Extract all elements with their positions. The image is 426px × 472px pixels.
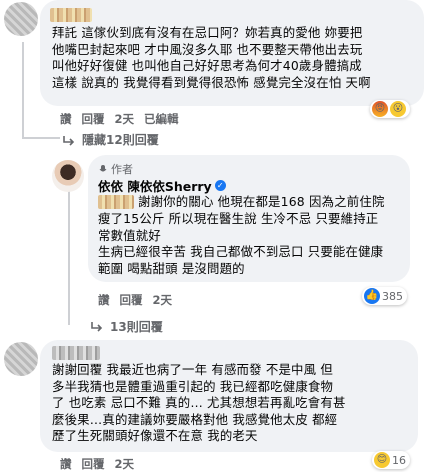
reaction-summary[interactable]: 👍 385	[362, 287, 407, 305]
reply-button[interactable]: 回覆	[82, 111, 105, 127]
reaction-summary[interactable]: 😡 😮	[370, 100, 410, 118]
timestamp[interactable]: 2天	[115, 111, 135, 127]
reply-actions: 讚 回覆 2天	[98, 292, 172, 308]
avatar[interactable]	[4, 342, 38, 376]
hide-replies-link[interactable]: 隱藏12則回覆	[62, 131, 159, 148]
author-name[interactable]: 依依 陳依依Sherry ✓	[98, 176, 226, 195]
angry-emoji-icon: 😡	[372, 101, 388, 117]
comment-actions: 讚 回覆 2天	[60, 456, 134, 472]
wow-emoji-icon: 😮	[390, 101, 406, 117]
comment-text: 拜託 這傢伙到底有沒有在忌口阿？妳若真的愛他 妳要把 他嘴巴封起來吧 才中風沒多…	[52, 25, 371, 90]
avatar[interactable]	[4, 2, 38, 36]
author-avatar[interactable]	[52, 160, 84, 192]
reply-text: 瘦了15公斤 所以現在醫生說 生冷不忌 只要維持正 常數值就好 生病已經很辛苦 …	[98, 211, 384, 276]
hide-replies-label: 隱藏12則回覆	[82, 133, 159, 147]
view-replies-link[interactable]: 13則回覆	[90, 318, 163, 335]
reply-button[interactable]: 回覆	[120, 292, 143, 308]
author-badge: 作者	[98, 161, 133, 177]
verified-icon: ✓	[214, 180, 226, 191]
thread-line	[22, 42, 24, 137]
thread-line	[68, 180, 70, 325]
like-button[interactable]: 讚	[60, 456, 72, 472]
like-button[interactable]: 讚	[60, 111, 72, 127]
thread-line	[22, 137, 60, 139]
smile-emoji-icon: 😊	[374, 452, 390, 468]
microphone-icon	[99, 165, 107, 172]
view-replies-label: 13則回覆	[110, 320, 163, 334]
comment-actions: 讚 回覆 2天 已編輯	[60, 111, 179, 127]
like-emoji-icon: 👍	[364, 288, 380, 304]
mentioned-name[interactable]	[98, 195, 134, 209]
reply-arrow-icon	[91, 321, 103, 332]
commenter-name[interactable]	[50, 8, 92, 22]
reaction-count: 385	[382, 289, 403, 303]
collapse-arrow-icon	[63, 135, 75, 146]
timestamp[interactable]: 2天	[153, 292, 173, 308]
timestamp[interactable]: 2天	[115, 456, 135, 472]
comment-text: 謝謝回覆 我最近也病了一年 有感而發 不是中風 但 多半我猜也是體重過重引起的 …	[52, 362, 346, 444]
edited-label: 已編輯	[144, 112, 179, 126]
like-button[interactable]: 讚	[98, 292, 110, 308]
reply-text-line1: 謝謝你的關心 他現在都是168 因為之前住院	[138, 194, 385, 209]
reply-button[interactable]: 回覆	[82, 456, 105, 472]
reaction-count: 16	[392, 453, 406, 467]
commenter-name[interactable]	[52, 346, 100, 360]
reaction-summary[interactable]: 😊 16	[372, 451, 410, 469]
